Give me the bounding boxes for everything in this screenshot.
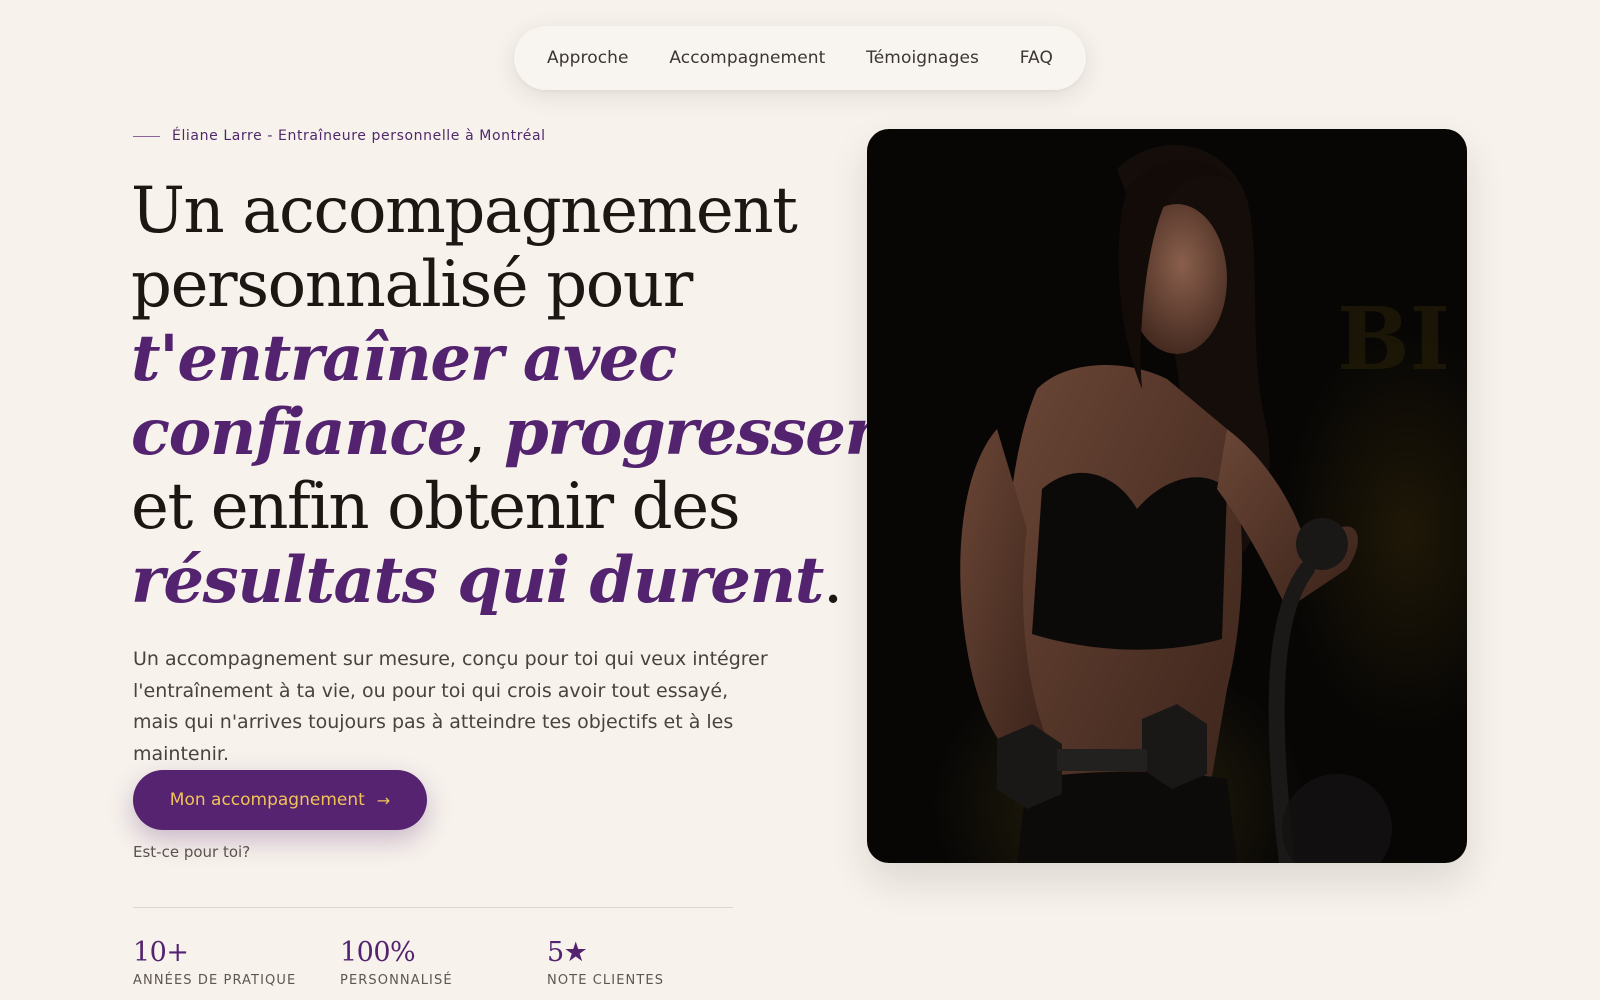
stat-value: 5★: [547, 937, 588, 968]
stat-label: Années de pratique: [133, 973, 297, 988]
headline-emphasis-2: confiance: [131, 395, 468, 470]
stats-row: 10+ Années de pratique 100% Personnalisé…: [133, 937, 754, 989]
stat-value: 10+: [133, 937, 189, 968]
headline-emphasis-4: résultats qui durent: [131, 543, 824, 618]
headline-line-4: confiance, progresser: [131, 395, 878, 471]
stats-divider: [133, 907, 733, 908]
nav-item-approche[interactable]: Approche: [547, 48, 629, 68]
stat-label: Personnalisé: [340, 973, 453, 988]
cta-label: Mon accompagnement: [169, 790, 365, 810]
stat-rating: 5★ Note clientes: [547, 937, 754, 989]
headline-line-2: personnalisé pour: [131, 248, 693, 322]
top-nav: Approche Accompagnement Témoignages FAQ: [514, 26, 1086, 90]
hero-photo: BI: [867, 129, 1467, 863]
stat-personalized: 100% Personnalisé: [340, 937, 547, 989]
headline-period: .: [822, 544, 843, 618]
nav-item-temoignages[interactable]: Témoignages: [866, 48, 979, 68]
trainer-illustration: BI: [960, 145, 1450, 863]
headline-line-5: et enfin obtenir des: [131, 470, 741, 544]
landing-page: Approche Accompagnement Témoignages FAQ …: [0, 0, 1600, 1000]
hero-eyebrow: Éliane Larre - Entraîneure personnelle à…: [133, 128, 546, 144]
hero-headline: Un accompagnement personnalisé pour t'en…: [131, 174, 878, 619]
nav-item-accompagnement[interactable]: Accompagnement: [669, 48, 825, 68]
eyebrow-text: Éliane Larre - Entraîneure personnelle à…: [172, 128, 546, 144]
svg-text:BI: BI: [1337, 289, 1450, 390]
headline-separator: ,: [466, 396, 505, 470]
headline-line-3: t'entraîner avec: [131, 322, 851, 396]
headline-line-6: résultats qui durent.: [131, 543, 851, 619]
stat-value: 100%: [340, 937, 416, 968]
stat-label: Note clientes: [547, 973, 665, 988]
headline-emphasis-1: t'entraîner avec: [131, 321, 677, 396]
arrow-right-icon: →: [376, 790, 391, 810]
est-ce-pour-toi-link[interactable]: Est-ce pour toi?: [133, 843, 250, 861]
mon-accompagnement-button[interactable]: Mon accompagnement →: [133, 770, 427, 830]
hero-lead-paragraph: Un accompagnement sur mesure, conçu pour…: [133, 648, 768, 765]
headline-line-1: Un accompagnement: [131, 174, 798, 248]
eyebrow-rule: [133, 135, 160, 137]
nav-item-faq[interactable]: FAQ: [1020, 48, 1053, 68]
stat-years: 10+ Années de pratique: [133, 937, 340, 989]
headline-emphasis-3: progresser: [504, 395, 878, 470]
